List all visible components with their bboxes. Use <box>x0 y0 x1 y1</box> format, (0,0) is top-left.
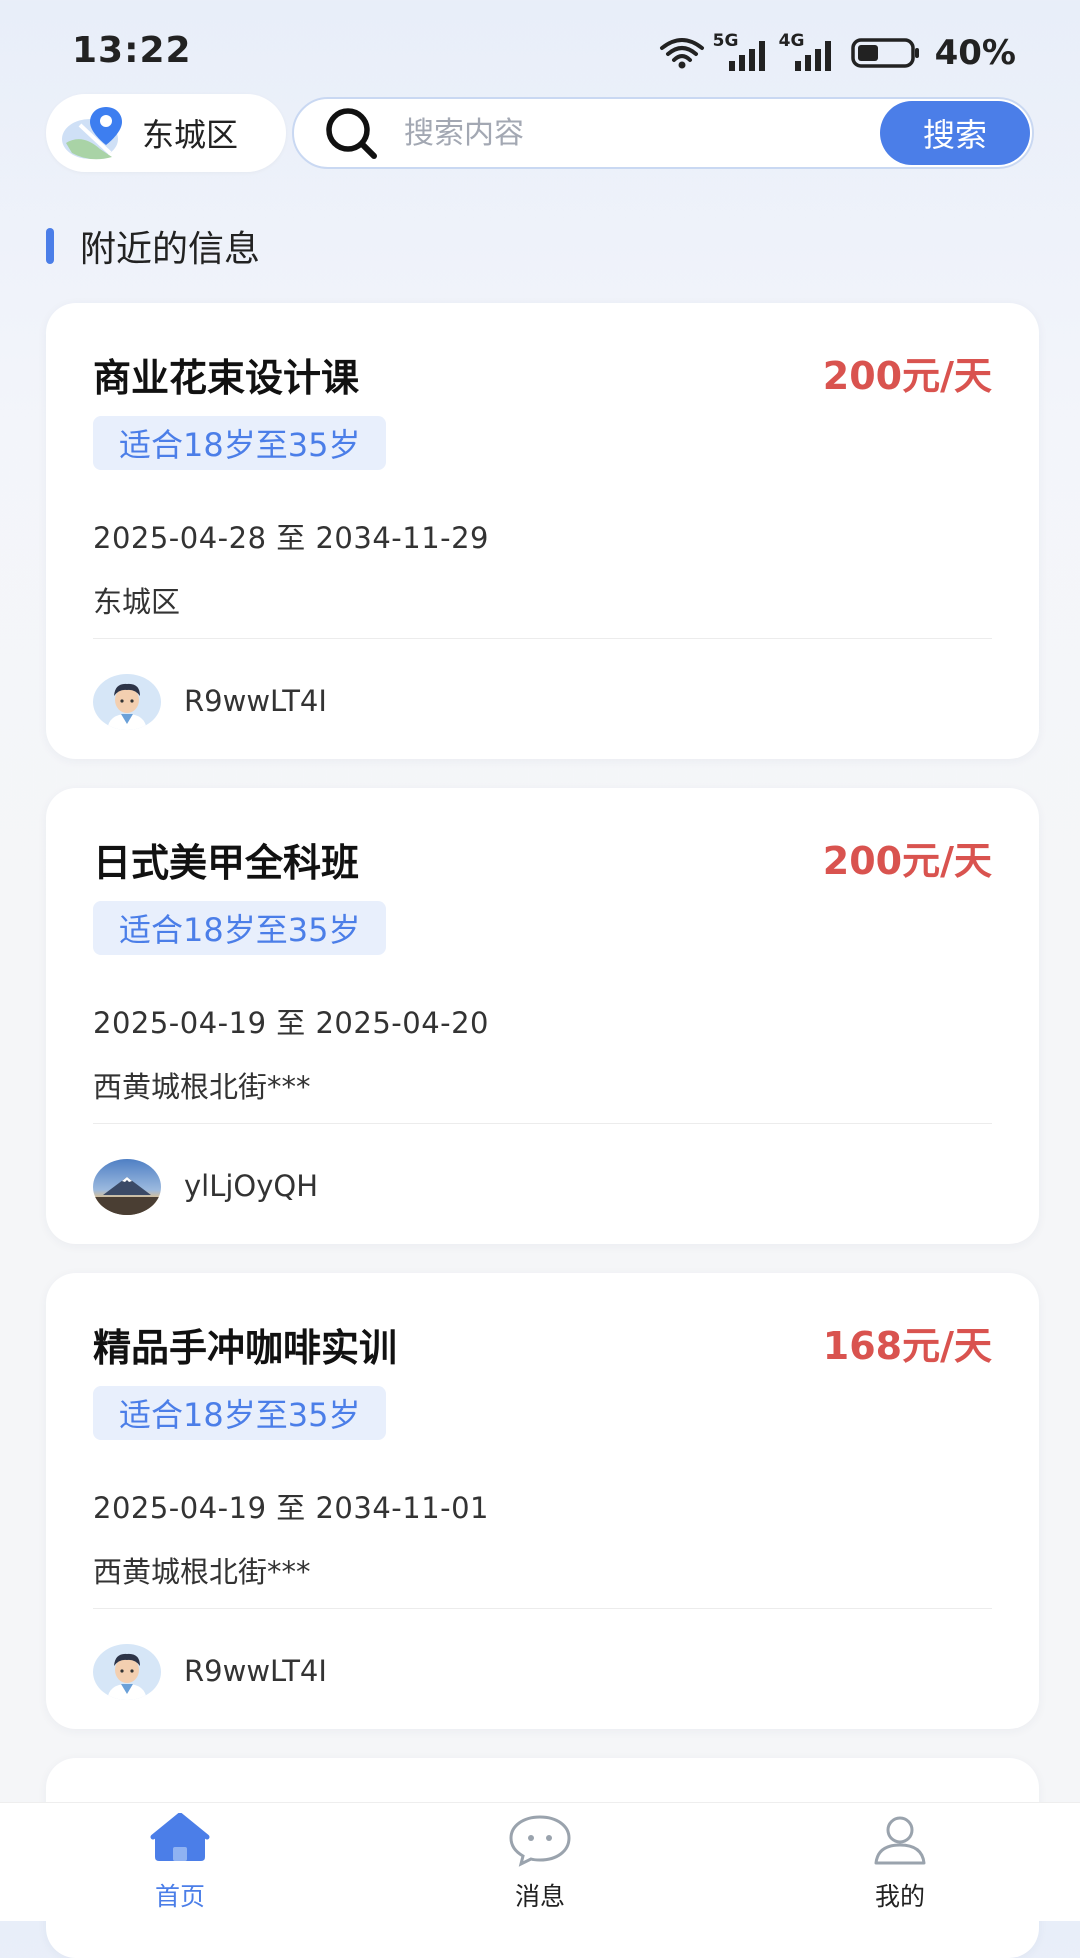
section-accent-bar <box>46 228 54 264</box>
card-price: 200元/天 <box>822 839 992 883</box>
tab-profile[interactable]: 我的 <box>800 1803 1000 1921</box>
card-username: R9wwLT4I <box>184 684 327 718</box>
tab-messages-label: 消息 <box>514 1882 565 1911</box>
age-badge: 适合18岁至35岁 <box>93 901 387 955</box>
tab-home[interactable]: 首页 <box>80 1803 280 1921</box>
message-icon <box>509 1815 571 1867</box>
status-indicators: 5G 4G 40% <box>659 30 1016 76</box>
card-title: 精品手冲咖啡实训 <box>93 1326 398 1370</box>
card-dates: 2025-04-28 至 2034-11-29 <box>93 521 490 555</box>
card-location: 西黄城根北街*** <box>93 1070 311 1104</box>
bottom-tab-bar: 首页 消息 我的 <box>0 1802 1080 1921</box>
card-location: 西黄城根北街*** <box>93 1555 311 1589</box>
tab-home-label: 首页 <box>154 1882 205 1911</box>
location-selector[interactable]: 东城区 <box>46 94 286 172</box>
card-title: 商业花束设计课 <box>93 356 360 400</box>
info-card[interactable]: 日式美甲全科班 200元/天 适合18岁至35岁 2025-04-19 至 20… <box>46 788 1039 1244</box>
info-card[interactable]: 精品手冲咖啡实训 168元/天 适合18岁至35岁 2025-04-19 至 2… <box>46 1273 1039 1729</box>
mountain-landscape-avatar <box>93 1159 161 1215</box>
status-time: 13:22 <box>72 30 192 71</box>
card-username: ylLjOyQH <box>184 1169 319 1203</box>
info-card[interactable]: 商业花束设计课 200元/天 适合18岁至35岁 2025-04-28 至 20… <box>46 303 1039 759</box>
search-input[interactable] <box>402 114 866 152</box>
battery-percent: 40% <box>934 33 1016 73</box>
card-price: 200元/天 <box>822 354 992 398</box>
search-icon <box>326 108 377 159</box>
profile-icon <box>874 1816 926 1865</box>
card-price: 168元/天 <box>822 1324 992 1368</box>
signal-4g-icon: 4G <box>779 31 837 73</box>
card-divider <box>93 638 992 639</box>
card-username: R9wwLT4I <box>184 1654 327 1688</box>
card-dates: 2025-04-19 至 2034-11-01 <box>93 1491 490 1525</box>
search-bar: 搜索 <box>292 97 1034 169</box>
card-divider <box>93 1608 992 1609</box>
section-header: 附近的信息 <box>46 222 260 270</box>
tab-messages[interactable]: 消息 <box>440 1803 640 1921</box>
age-badge: 适合18岁至35岁 <box>93 1386 387 1440</box>
card-location: 东城区 <box>93 585 181 619</box>
cartoon-man-avatar <box>93 674 161 730</box>
signal-5g-icon: 5G <box>713 31 771 73</box>
card-dates: 2025-04-19 至 2025-04-20 <box>93 1006 490 1040</box>
home-icon <box>150 1813 210 1861</box>
cartoon-man-avatar <box>93 1644 161 1700</box>
card-divider <box>93 1123 992 1124</box>
tab-profile-label: 我的 <box>874 1882 925 1911</box>
location-label: 东城区 <box>142 116 239 154</box>
search-button[interactable]: 搜索 <box>880 101 1030 165</box>
section-title: 附近的信息 <box>80 229 261 270</box>
map-pin-icon <box>62 107 122 160</box>
age-badge: 适合18岁至35岁 <box>93 416 387 470</box>
wifi-icon <box>659 38 704 69</box>
status-bar: 13:22 5G 4G 40% <box>0 0 1080 100</box>
card-title: 日式美甲全科班 <box>93 841 360 885</box>
battery-icon <box>850 38 919 68</box>
